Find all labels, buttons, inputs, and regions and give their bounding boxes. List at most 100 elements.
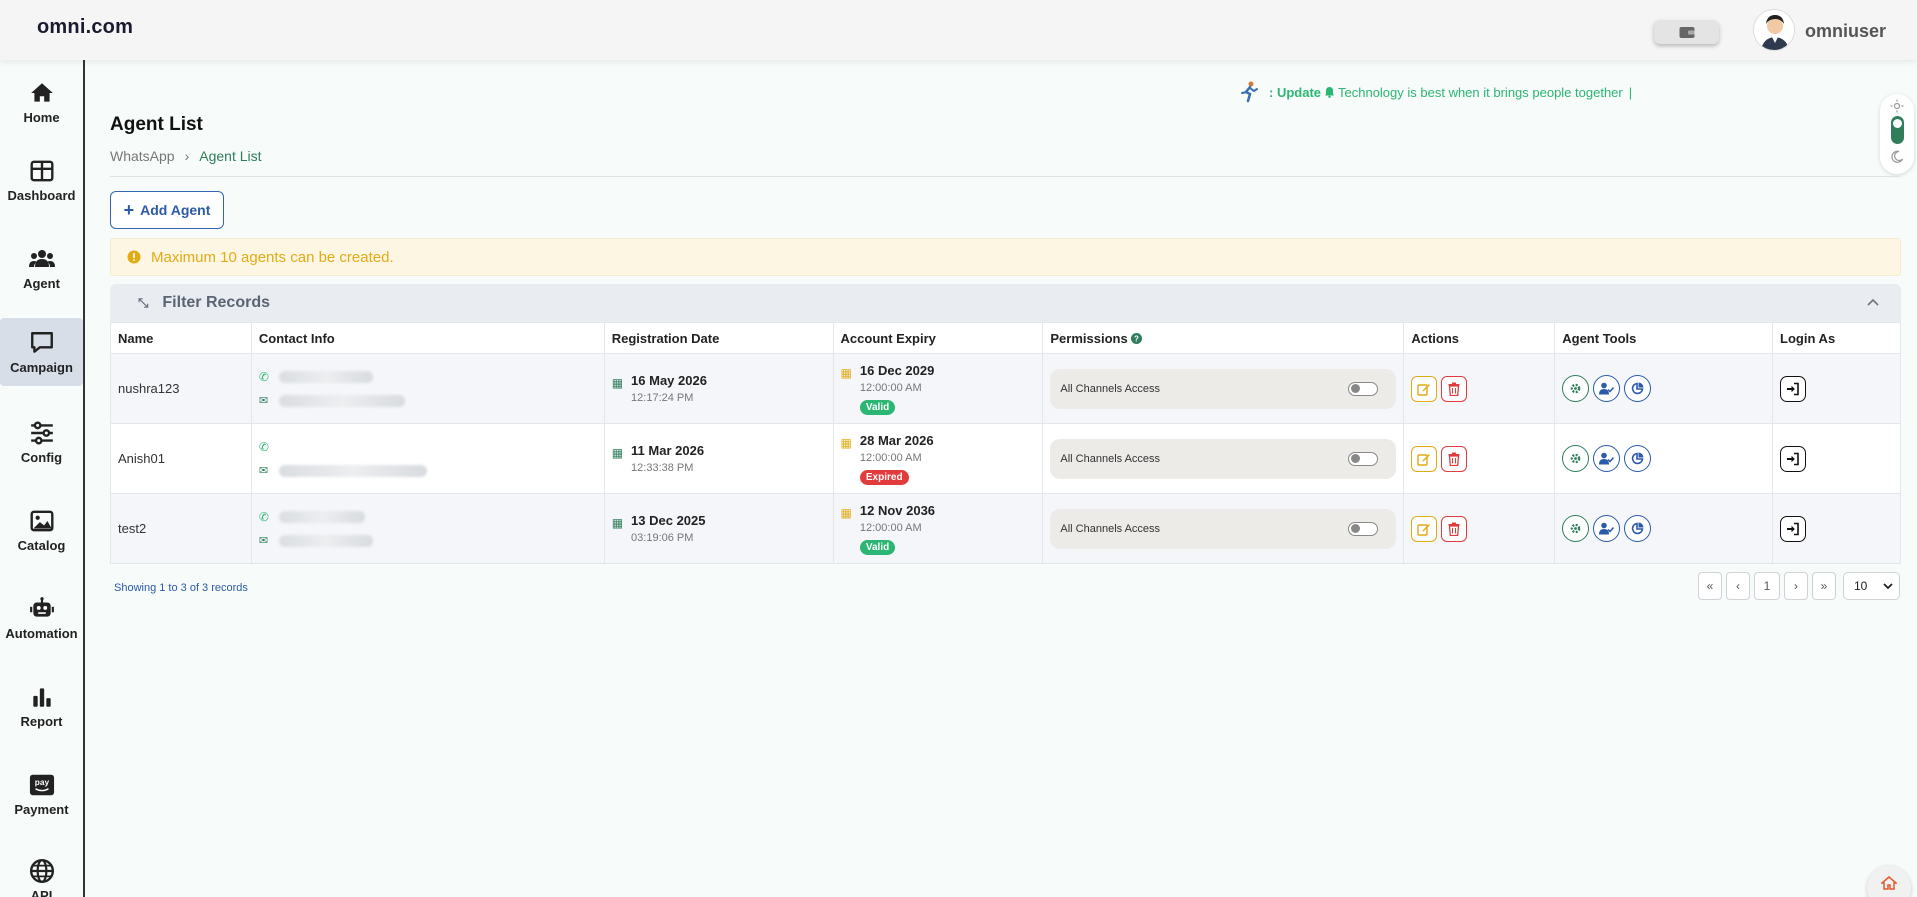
permission-toggle[interactable] (1348, 381, 1379, 396)
exp-date: 16 Dec 2029 (859, 362, 935, 378)
cell-login-as (1772, 493, 1901, 564)
brand-logo[interactable]: omni.com (37, 16, 133, 39)
login-as-button[interactable] (1780, 445, 1807, 472)
permission-toggle[interactable] (1348, 451, 1379, 466)
sidebar-item-report[interactable]: Report (0, 672, 83, 740)
header-expiry[interactable]: Account Expiry (832, 322, 1044, 354)
sidebar-item-api[interactable]: API (0, 850, 83, 897)
cell-contact: ✆ ✉ (250, 423, 605, 494)
redacted-email (278, 464, 427, 477)
cell-permissions: All Channels Access (1042, 493, 1405, 564)
cell-registration: ▦ 16 May 2026 12:17:24 PM (603, 353, 834, 424)
cell-name: test2 (110, 493, 252, 564)
assign-user-button[interactable] (1593, 375, 1621, 402)
running-person-icon (1241, 81, 1258, 103)
first-page-button[interactable]: « (1698, 572, 1722, 600)
prev-page-button[interactable]: ‹ (1726, 572, 1750, 600)
cell-expiry: ▦ 16 Dec 2029 12:00:00 AM Valid (832, 353, 1044, 424)
page-1-button[interactable]: 1 (1754, 572, 1780, 600)
gear-icon (1570, 383, 1581, 394)
chat-icon (30, 331, 53, 353)
header-name[interactable]: Name (110, 322, 252, 354)
delete-button[interactable] (1441, 375, 1468, 402)
edit-button[interactable] (1411, 445, 1438, 472)
redacted-email (278, 534, 373, 547)
pie-chart-icon (1631, 382, 1644, 395)
analytics-button[interactable] (1624, 375, 1652, 402)
login-as-button[interactable] (1780, 515, 1807, 542)
per-page-select[interactable]: 10 (1843, 572, 1900, 600)
redacted-email (278, 394, 405, 407)
header-contact[interactable]: Contact Info (250, 322, 605, 354)
trash-icon (1448, 382, 1460, 396)
sidebar-item-agent[interactable]: Agent (0, 234, 83, 302)
sun-icon (1890, 99, 1904, 113)
delete-button[interactable] (1441, 445, 1468, 472)
cell-agent-tools (1554, 423, 1774, 494)
analytics-button[interactable] (1624, 515, 1652, 542)
cell-contact: ✆ ✉ (250, 493, 605, 564)
permission-label: All Channels Access (1060, 452, 1161, 465)
reg-date: 16 May 2026 (631, 373, 707, 388)
page-title: Agent List (110, 114, 203, 135)
chevron-up-icon[interactable] (1867, 293, 1879, 309)
calendar-icon: ▦ (611, 376, 624, 390)
help-icon[interactable]: ? (1131, 332, 1143, 344)
edit-button[interactable] (1411, 375, 1438, 402)
sidebar-item-home[interactable]: Home (0, 68, 83, 136)
delete-button[interactable] (1441, 515, 1468, 542)
settings-button[interactable] (1562, 375, 1590, 402)
redacted-phone (278, 371, 373, 383)
breadcrumb-item-whatsapp[interactable]: WhatsApp (110, 148, 175, 164)
dashboard-icon (30, 160, 53, 181)
theme-toggle[interactable] (1880, 94, 1914, 174)
exp-date: 12 Nov 2036 (859, 502, 936, 518)
header-permissions-label: Permissions (1050, 330, 1128, 346)
sidebar-item-label: API (30, 887, 53, 897)
login-as-button[interactable] (1780, 375, 1807, 402)
settings-button[interactable] (1562, 445, 1590, 472)
permission-toggle[interactable] (1348, 521, 1379, 536)
pagination: « ‹ 1 › » (1698, 572, 1836, 600)
home-icon (1881, 876, 1897, 890)
analytics-button[interactable] (1624, 445, 1652, 472)
exp-time: 12:00:00 AM (859, 451, 922, 464)
breadcrumb: WhatsApp › Agent List (110, 148, 262, 164)
sidebar-item-label: Catalog (17, 537, 66, 553)
sidebar-item-automation[interactable]: Automation (0, 584, 83, 652)
cell-agent-tools (1554, 353, 1774, 424)
next-page-button[interactable]: › (1784, 572, 1808, 600)
sidebar-item-campaign[interactable]: Campaign (0, 318, 83, 386)
sidebar-item-catalog[interactable]: Catalog (0, 496, 83, 564)
last-page-button[interactable]: » (1812, 572, 1836, 600)
username[interactable]: omniuser (1805, 21, 1886, 42)
gear-icon (1570, 523, 1581, 534)
exp-time: 12:00:00 AM (859, 381, 922, 394)
sidebar-item-config[interactable]: Config (0, 408, 83, 476)
user-avatar[interactable] (1753, 9, 1795, 51)
home-fab-button[interactable] (1867, 866, 1911, 897)
assign-user-button[interactable] (1593, 515, 1621, 542)
edit-icon (1417, 453, 1431, 466)
bell-icon (1325, 87, 1334, 98)
header-registration[interactable]: Registration Date (603, 322, 834, 354)
add-agent-button[interactable]: + Add Agent (110, 191, 224, 229)
settings-button[interactable] (1562, 515, 1590, 542)
cell-contact: ✆ ✉ (250, 353, 605, 424)
assign-user-button[interactable] (1593, 445, 1621, 472)
reg-time: 12:17:24 PM (631, 392, 694, 404)
breadcrumb-item-current: Agent List (199, 148, 262, 164)
theme-toggle-knob[interactable] (1891, 116, 1904, 144)
edit-button[interactable] (1411, 515, 1438, 542)
collapse-arrows-icon[interactable]: ⤡ (138, 295, 148, 311)
wallet-button[interactable] (1654, 20, 1719, 44)
table-row: Anish01 ✆ ✉ ▦ 11 Mar 2026 12:33:38 PM ▦ 28 … (110, 423, 1901, 494)
sidebar-item-dashboard[interactable]: Dashboard (0, 146, 83, 214)
calendar-icon: ▦ (840, 435, 852, 450)
table-row: nushra123 ✆ ✉ ▦ 16 May 2026 12:17:24 PM ▦ 1… (110, 353, 1901, 424)
cell-agent-tools (1554, 493, 1774, 564)
header-permissions[interactable]: Permissions ? (1042, 322, 1405, 354)
sidebar-item-payment[interactable]: pay Payment (0, 760, 83, 828)
filter-records-bar[interactable]: ⤡ Filter Records (110, 284, 1901, 322)
cell-permissions: All Channels Access (1042, 353, 1405, 424)
